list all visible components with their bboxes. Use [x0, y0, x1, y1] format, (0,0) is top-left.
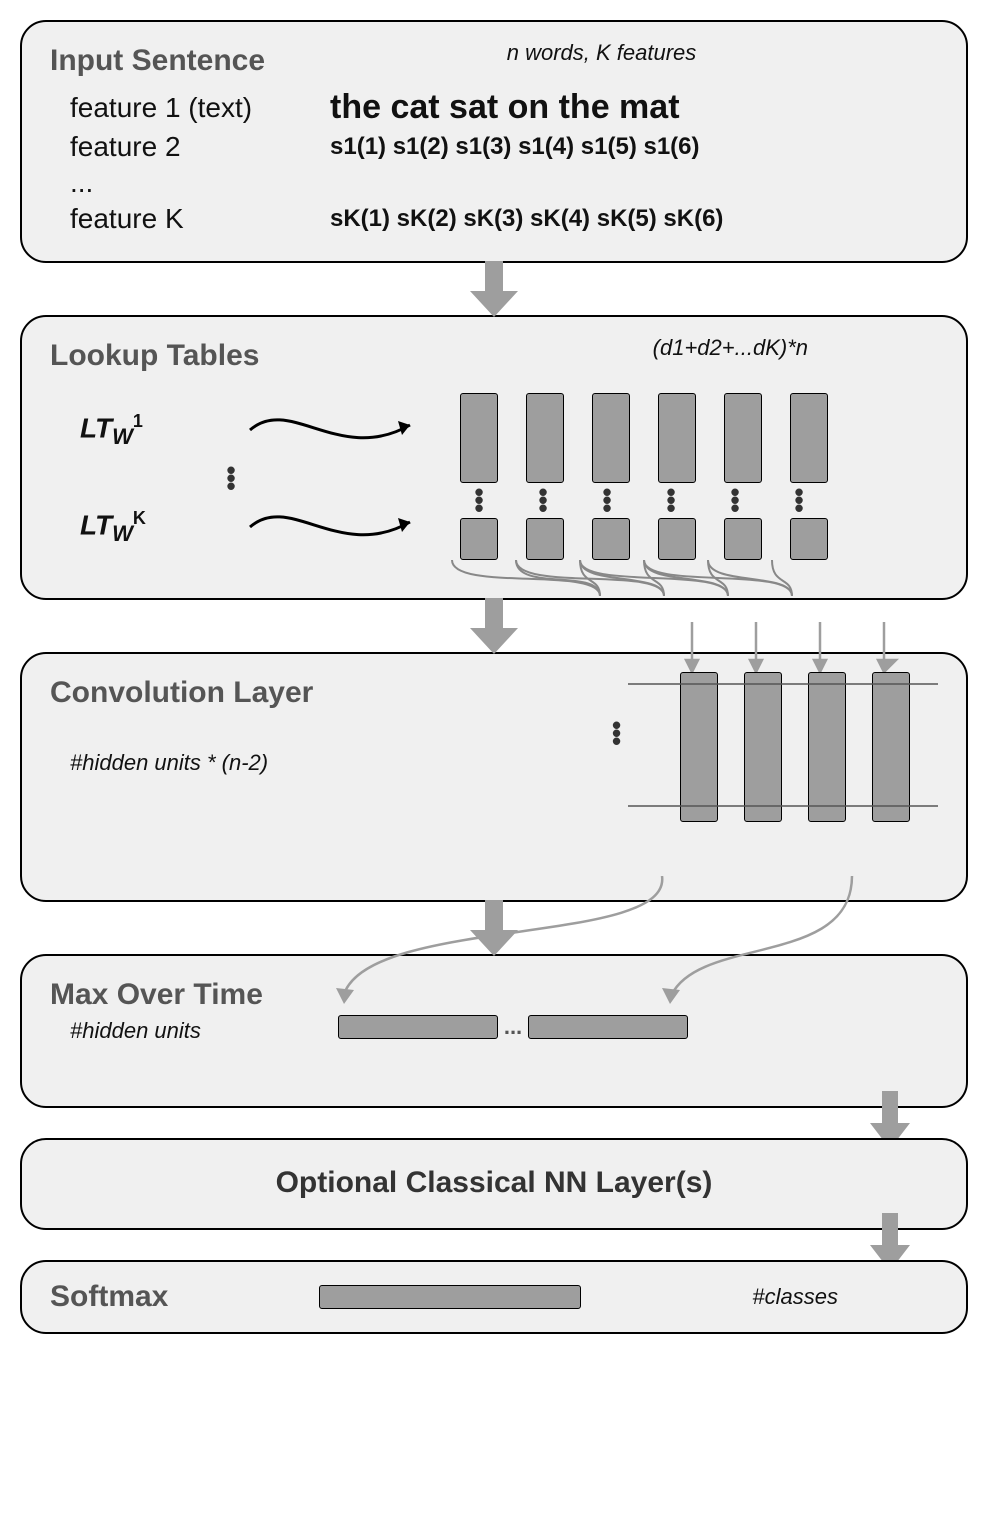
optional-nn-block: Optional Classical NN Layer(s) [20, 1138, 968, 1230]
conv-columns: ••• [640, 672, 910, 822]
feature-ellipsis-label: ... [50, 167, 330, 199]
feature-2-values: s1(1) s1(2) s1(3) s1(4) s1(5) s1(6) [330, 133, 700, 161]
feature-2-label: feature 2 [50, 131, 330, 163]
max-ellipsis: ... [498, 1014, 528, 1040]
max-output-bar [338, 1015, 498, 1039]
feature-K-label: feature K [50, 203, 330, 235]
lookup-tables-block: Lookup Tables (d1+d2+...dK)*n LTW1 ••• L… [20, 315, 968, 600]
lookup-caption: (d1+d2+...dK)*n [259, 335, 938, 379]
squiggle-arrow-icon [240, 502, 440, 552]
squiggle-arrow-icon [240, 405, 440, 455]
softmax-bar [319, 1285, 581, 1309]
max-title: Max Over Time [50, 978, 938, 1012]
lookup-title: Lookup Tables [50, 339, 259, 373]
embedding-columns: ••• ••• ••• ••• ••• ••• [450, 393, 828, 560]
convolution-block: Convolution Layer ••• #hidden units * (n… [20, 652, 968, 902]
softmax-block: Softmax #classes [20, 1260, 968, 1334]
optional-title: Optional Classical NN Layer(s) [50, 1166, 938, 1200]
feature-K-values: sK(1) sK(2) sK(3) sK(4) sK(5) sK(6) [330, 205, 723, 233]
input-caption: n words, K features [265, 40, 938, 84]
arrow-conv-to-max [20, 900, 968, 956]
arrow-input-to-lookup [20, 261, 968, 317]
max-over-time-block: Max Over Time #hidden units ... [20, 954, 968, 1108]
input-title: Input Sentence [50, 44, 265, 78]
softmax-note: #classes [732, 1284, 938, 1310]
softmax-title: Softmax [50, 1280, 168, 1314]
max-output-bar [528, 1015, 688, 1039]
feature-1-label: feature 1 (text) [50, 92, 330, 124]
lt-w1-label: LTW1 [50, 411, 240, 450]
input-sentence-block: Input Sentence n words, K features featu… [20, 20, 968, 263]
arrow-lookup-to-conv [20, 598, 968, 654]
lt-wK-label: LTWK [50, 508, 240, 547]
feature-1-text: the cat sat on the mat [330, 88, 680, 127]
